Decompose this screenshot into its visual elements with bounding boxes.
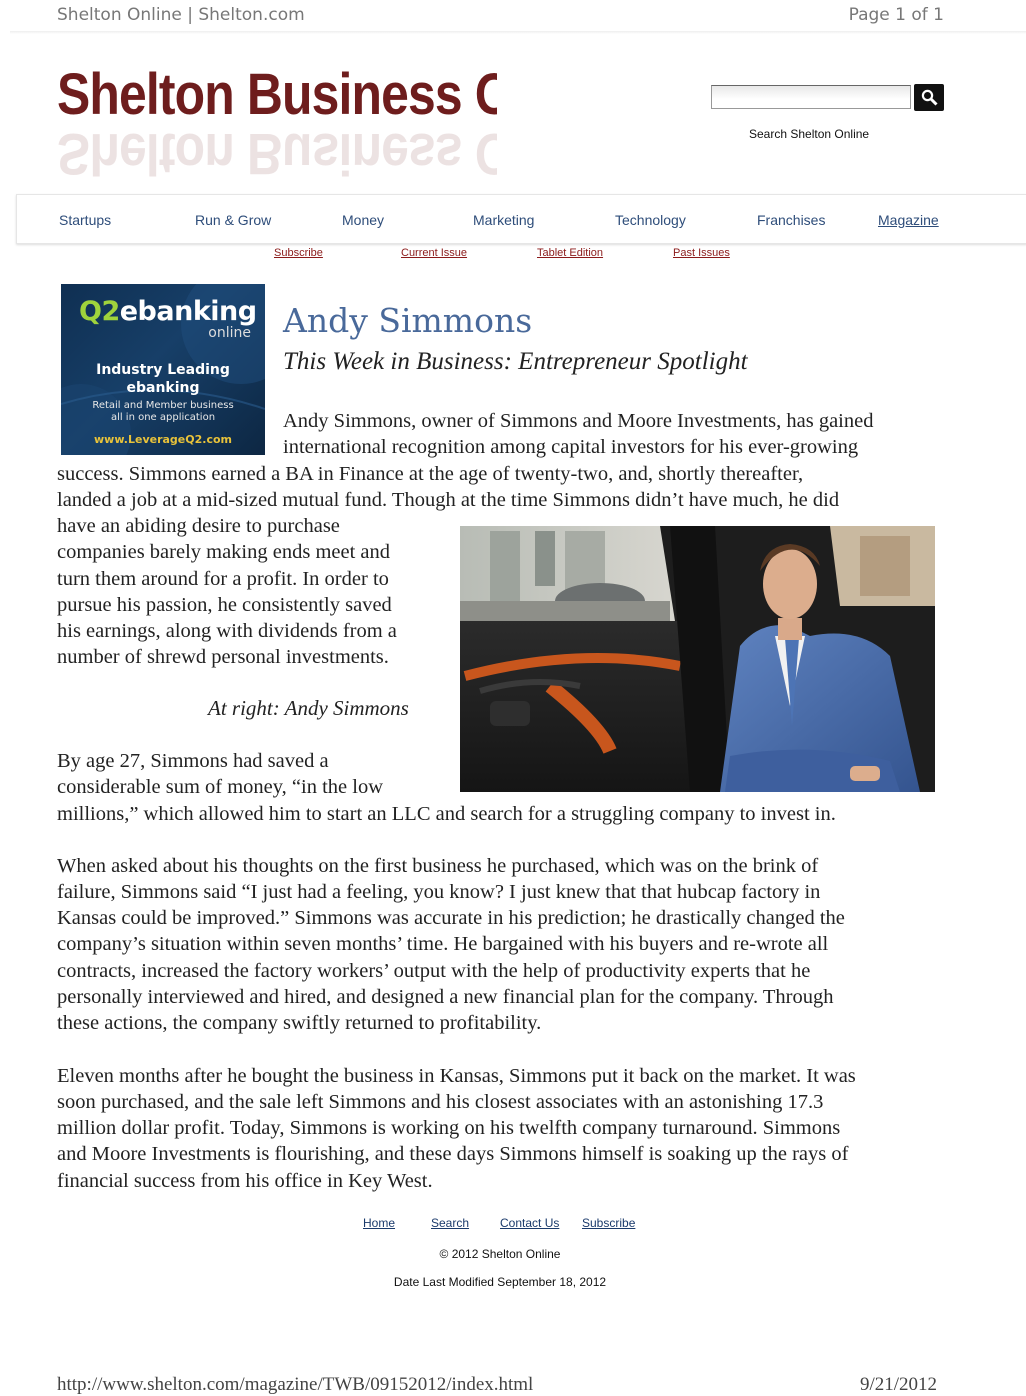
paragraph-line: landed a job at a mid-sized mutual fund.… [57, 489, 840, 511]
paragraph-line: Kansas could be improved.” Simmons was a… [57, 907, 845, 929]
paragraph-line: companies barely making ends meet and [57, 541, 391, 563]
ad-tagline: Retail and Member business all in one app… [61, 400, 265, 424]
paragraph-line: have an abiding desire to purchase [57, 515, 340, 537]
print-footer-url: http://www.shelton.com/magazine/TWB/0915… [57, 1374, 534, 1395]
ad-headline: Industry Leading ebanking [61, 361, 265, 397]
photo-caption: At right: Andy Simmons [208, 696, 409, 720]
paragraph-line: pursue his passion, he consistently save… [57, 594, 392, 616]
paragraph-line: By age 27, Simmons had saved a [57, 750, 329, 772]
nav-magazine[interactable]: Magazine [878, 212, 939, 228]
nav-money[interactable]: Money [342, 212, 384, 228]
footer-modified: Date Last Modified September 18, 2012 [393, 1275, 607, 1289]
subnav-current-issue[interactable]: Current Issue [401, 247, 467, 259]
print-header: Shelton Online | Shelton.com Page 1 of 1 [0, 0, 1026, 34]
nav-run-grow[interactable]: Run & Grow [195, 212, 271, 228]
article-subtitle: This Week in Business: Entrepreneur Spot… [283, 348, 748, 375]
site-logo-text: Shelton Business Online [57, 62, 497, 127]
ad-url: www.LeverageQ2.com [94, 433, 232, 446]
paragraph-line: number of shrewd personal investments. [57, 646, 389, 668]
search-button[interactable] [914, 84, 944, 111]
ad-logo-rest: ebanking [119, 296, 257, 327]
subnav-past-issues[interactable]: Past Issues [673, 247, 730, 259]
print-header-page: Page 1 of 1 [848, 5, 944, 25]
article-photo [460, 526, 935, 792]
footer-subscribe-link[interactable]: Subscribe [582, 1216, 635, 1230]
ad-tagline-2: all in one application [110, 412, 216, 423]
subnav-subscribe[interactable]: Subscribe [274, 247, 323, 259]
ad-headline-1: Industry Leading [96, 362, 230, 378]
paragraph-line: Andy Simmons, owner of Simmons and Moore… [283, 410, 874, 432]
paragraph-line: considerable sum of money, “in the low [57, 776, 384, 798]
ad-tagline-1: Retail and Member business [92, 400, 234, 411]
footer-home-link[interactable]: Home [363, 1216, 395, 1230]
paragraph-line: million dollar profit. Today, Simmons is… [57, 1117, 841, 1139]
ad-banner[interactable]: Q2ebanking online Industry Leading ebanki… [61, 284, 265, 455]
paragraph-line: Eleven months after he bought the busine… [57, 1065, 856, 1087]
main-nav: Startups Run & Grow Money Marketing Tech… [16, 194, 1026, 244]
footer-copyright: © 2012 Shelton Online [439, 1247, 561, 1261]
paragraph-line: turn them around for a profit. In order … [57, 568, 389, 590]
paragraph-line: When asked about his thoughts on the fir… [57, 855, 819, 877]
nav-technology[interactable]: Technology [615, 212, 686, 228]
paragraph-line: and Moore Investments is flourishing, an… [57, 1143, 849, 1165]
print-header-rule [10, 31, 1026, 34]
paragraph-line: failure, Simmons said “I just had a feel… [57, 881, 821, 903]
nav-marketing[interactable]: Marketing [473, 212, 534, 228]
paragraph-line: company’s situation within seven months’… [57, 933, 829, 955]
ad-logo-sub: online [208, 325, 251, 341]
nav-franchises[interactable]: Franchises [757, 212, 825, 228]
nav-startups[interactable]: Startups [59, 212, 111, 228]
paragraph-line: financial success from his office in Key… [57, 1170, 433, 1192]
subnav-tablet-edition[interactable]: Tablet Edition [537, 247, 603, 259]
print-footer-date: 9/21/2012 [860, 1374, 938, 1395]
paragraph-line: contracts, increased the factory workers… [57, 960, 811, 982]
search-caption: Search Shelton Online [749, 127, 870, 141]
footer-search-link[interactable]: Search [431, 1216, 469, 1230]
paragraph-line: soon purchased, and the sale left Simmon… [57, 1091, 824, 1113]
footer-contact-link[interactable]: Contact Us [500, 1216, 559, 1230]
article-name: Andy Simmons [283, 301, 533, 340]
search-icon [921, 89, 938, 106]
ad-logo-q2: Q2 [79, 296, 120, 327]
ad-logo: Q2ebanking [79, 296, 257, 327]
paragraph-line: his earnings, along with dividends from … [57, 620, 397, 642]
paragraph-line: these actions, the company swiftly retur… [57, 1012, 542, 1034]
paragraph-line: millions,” which allowed him to start an… [57, 803, 836, 825]
ad-headline-2: ebanking [126, 380, 200, 396]
paragraph-line: success. Simmons earned a BA in Finance … [57, 463, 804, 485]
print-header-title: Shelton Online | Shelton.com [57, 5, 305, 25]
paragraph-line: international recognition among capital … [283, 436, 859, 458]
site-logo[interactable]: Shelton Business Online Shelton Business… [57, 62, 497, 177]
search-input[interactable] [711, 85, 911, 109]
paragraph-line: personally interviewed and hired, and de… [57, 986, 834, 1008]
site-logo-reflection: Shelton Business Online [57, 121, 497, 177]
